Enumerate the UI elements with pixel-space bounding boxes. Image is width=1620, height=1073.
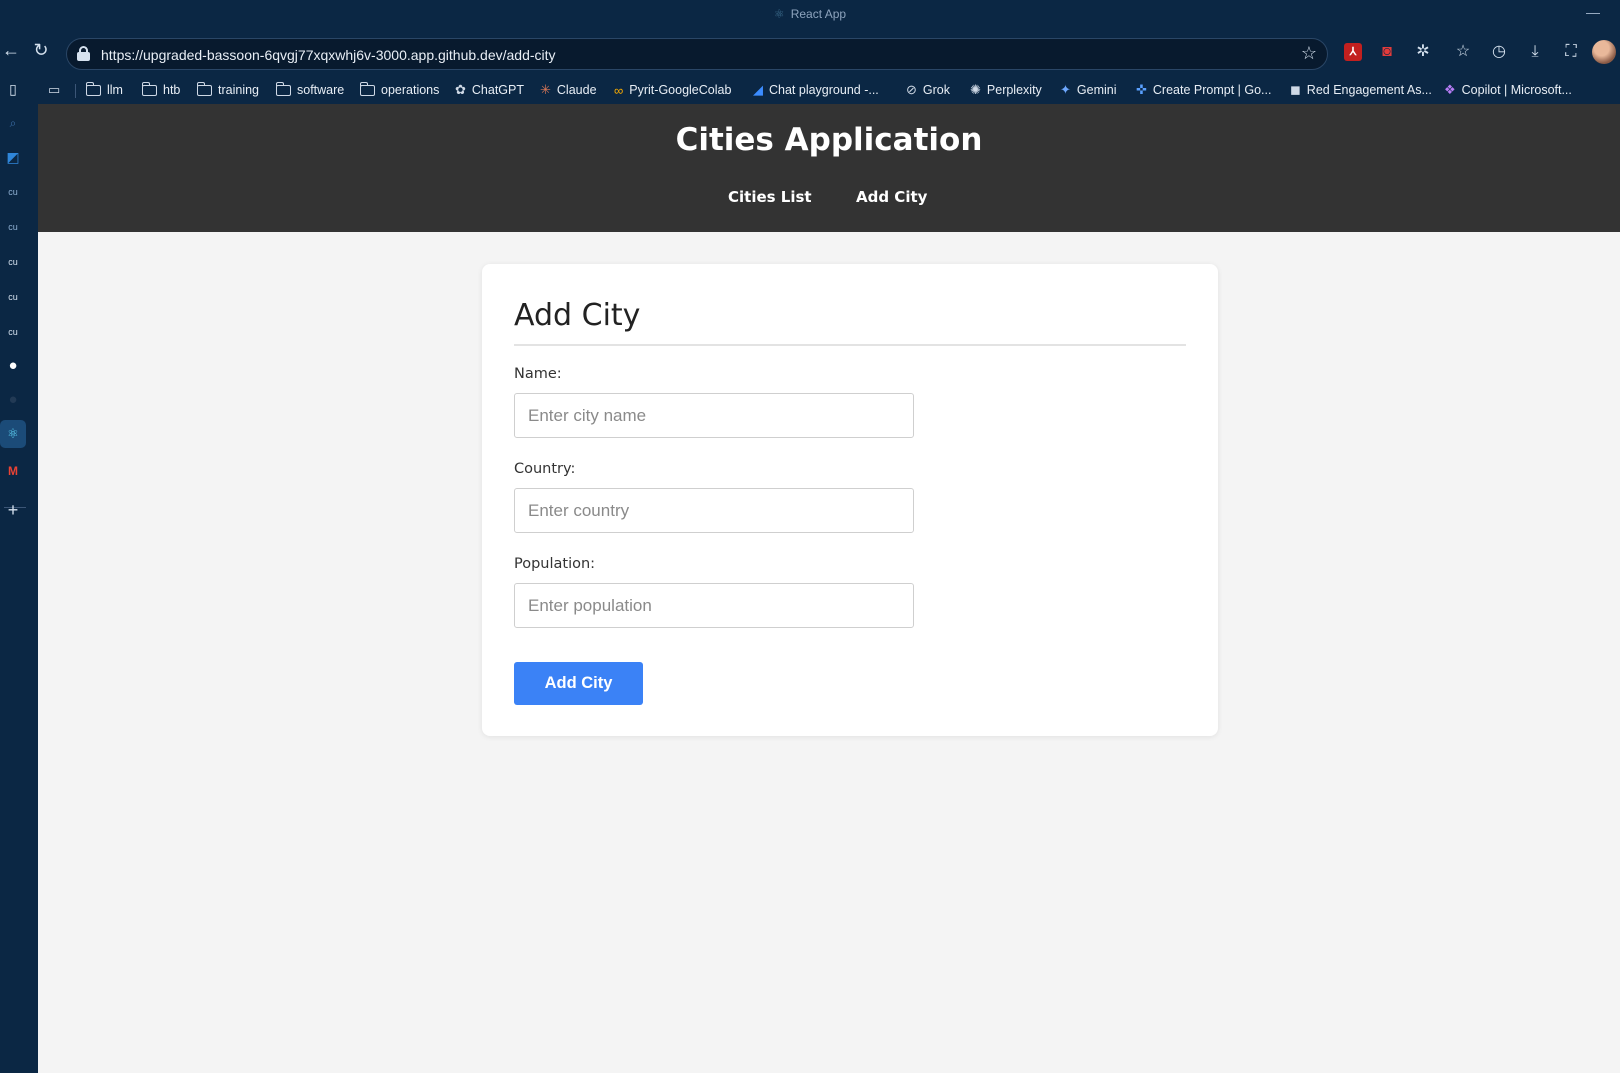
extensions-icon[interactable]: ✲: [1412, 41, 1434, 63]
app-header: Cities Application Cities List Add City: [38, 104, 1620, 232]
form-title: Add City: [514, 298, 641, 333]
bookmark-gemini[interactable]: ✦ Gemini: [1060, 81, 1117, 99]
app-title: Cities Application: [675, 122, 983, 158]
window-title-bar: ⚛ React App —: [0, 0, 1620, 30]
bookmark-chat-playground[interactable]: ◢ Chat playground -...: [753, 81, 879, 99]
profile-avatar[interactable]: [1592, 40, 1616, 64]
nav-cities-list[interactable]: Cities List: [728, 188, 812, 206]
add-city-button[interactable]: Add City: [514, 662, 643, 705]
cu-icon[interactable]: cu: [2, 181, 24, 203]
bookmark-folder-operations[interactable]: operations: [359, 81, 439, 99]
bookmark-copilot[interactable]: ❖ Copilot | Microsoft...: [1444, 81, 1572, 99]
url-text[interactable]: https://upgraded-bassoon-6qvgj77xqxwhj6v…: [101, 47, 556, 63]
grok-icon: ⊘: [906, 82, 917, 97]
bookmark-red-engagement[interactable]: ◼ Red Engagement As...: [1290, 81, 1432, 99]
page-viewport: Cities Application Cities List Add City …: [38, 104, 1620, 1073]
bookmarks-bar: ▭ llm htb training software operations ✿…: [0, 76, 1620, 104]
cu-icon[interactable]: cu: [2, 216, 24, 238]
bookmark-grok[interactable]: ⊘ Grok: [906, 81, 950, 99]
add-icon[interactable]: +: [2, 499, 24, 521]
browser-toolbar: ← ↻ https://upgraded-bassoon-6qvgj77xqxw…: [0, 30, 1620, 76]
browser-sidebar: ▯ ⌕ ◩ cu cu cu cu cu ● ● ⚛ M +: [0, 76, 38, 1073]
country-label: Country:: [514, 461, 576, 477]
population-label: Population:: [514, 556, 596, 572]
bookmark-folder-llm[interactable]: llm: [85, 81, 123, 99]
folder-icon: [196, 81, 212, 96]
window-title: ⚛ React App: [0, 7, 1620, 21]
add-city-form: Add City Name: Country: Population: Add …: [482, 264, 1218, 736]
minimize-button[interactable]: —: [1586, 4, 1600, 20]
red-engagement-icon: ◼: [1290, 82, 1301, 97]
lock-icon[interactable]: [77, 46, 90, 62]
github-icon[interactable]: ●: [2, 355, 24, 377]
reload-icon[interactable]: ↻: [30, 40, 52, 61]
react-icon[interactable]: ⚛: [0, 420, 26, 448]
folder-icon: [275, 81, 291, 96]
folder-icon: [85, 81, 101, 96]
bookmark-folder-htb[interactable]: htb: [141, 81, 180, 99]
cu-icon[interactable]: cu: [2, 251, 24, 273]
bookmarks-divider: [75, 84, 76, 98]
favorites-icon[interactable]: ☆: [1452, 41, 1474, 63]
cu-icon[interactable]: cu: [2, 286, 24, 308]
window-title-text: React App: [790, 7, 847, 21]
perplexity-icon: ✺: [970, 82, 981, 97]
download-icon[interactable]: ⤓: [1524, 41, 1546, 63]
bookmark-folder-training[interactable]: training: [196, 81, 259, 99]
history-icon[interactable]: ◷: [1488, 41, 1510, 63]
cu-icon[interactable]: cu: [2, 321, 24, 343]
bookmark-chatgpt[interactable]: ✿ ChatGPT: [455, 81, 524, 99]
tabs-icon[interactable]: ▯: [2, 78, 24, 100]
nav-add-city[interactable]: Add City: [856, 188, 927, 206]
outlook-icon[interactable]: ◩: [2, 146, 24, 168]
population-input[interactable]: [514, 583, 914, 628]
search-icon[interactable]: ⌕: [2, 112, 24, 134]
star-icon[interactable]: ☆: [1301, 43, 1317, 64]
gmail-icon[interactable]: M: [2, 460, 24, 482]
bookmark-claude[interactable]: ✳ Claude: [540, 81, 597, 99]
copilot-icon: ❖: [1444, 82, 1456, 97]
claude-icon: ✳: [540, 82, 551, 97]
name-label: Name:: [514, 366, 562, 382]
folder-icon: [359, 81, 375, 96]
collections-icon[interactable]: ▭: [48, 81, 66, 99]
prompt-icon: ✜: [1136, 82, 1147, 97]
back-icon[interactable]: ←: [0, 40, 22, 61]
bookmark-pyrit-colab[interactable]: ∞ Pyrit-GoogleColab: [614, 81, 731, 99]
chatgpt-icon: ✿: [455, 82, 466, 97]
name-input[interactable]: [514, 393, 914, 438]
country-input[interactable]: [514, 488, 914, 533]
pdf-icon[interactable]: ⅄: [1344, 43, 1362, 61]
azure-icon: ◢: [753, 82, 763, 97]
bookmark-create-prompt[interactable]: ✜ Create Prompt | Go...: [1136, 81, 1271, 99]
react-icon: ⚛: [773, 7, 785, 21]
bookmark-folder-software[interactable]: software: [275, 81, 344, 99]
gemini-icon: ✦: [1060, 82, 1071, 97]
address-bar[interactable]: https://upgraded-bassoon-6qvgj77xqxwhj6v…: [66, 38, 1328, 70]
folder-icon: [141, 81, 157, 96]
colab-icon: ∞: [614, 82, 624, 98]
bookmark-perplexity[interactable]: ✺ Perplexity: [970, 81, 1042, 99]
title-divider: [514, 344, 1186, 346]
screenshot-icon[interactable]: ⛶: [1560, 41, 1582, 63]
camera-icon[interactable]: ◙: [1376, 41, 1398, 63]
github-icon[interactable]: ●: [2, 389, 24, 411]
